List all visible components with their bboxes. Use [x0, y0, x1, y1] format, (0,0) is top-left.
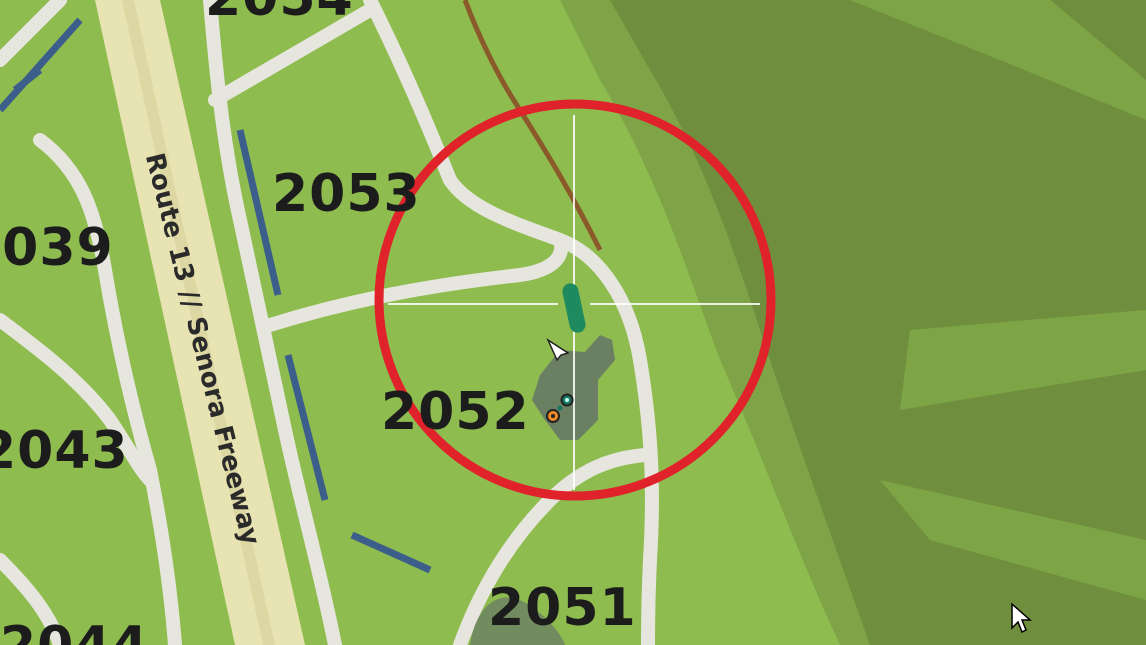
- postal-code-2043: 2043: [0, 421, 129, 481]
- postal-code-2051: 2051: [488, 578, 637, 638]
- map-view[interactable]: 2054 2053 2039 2052 2043 2051 2044 Route…: [0, 0, 1146, 645]
- postal-code-2052: 2052: [381, 382, 530, 442]
- mouse-cursor-icon: [1011, 602, 1032, 634]
- postal-code-2044: 2044: [0, 620, 149, 645]
- postal-code-2039: 2039: [0, 218, 114, 278]
- map-terrain: [0, 0, 1146, 645]
- blip-orange-icon: [546, 409, 560, 423]
- postal-code-2053: 2053: [272, 164, 421, 224]
- postal-code-2054: 2054: [205, 0, 354, 24]
